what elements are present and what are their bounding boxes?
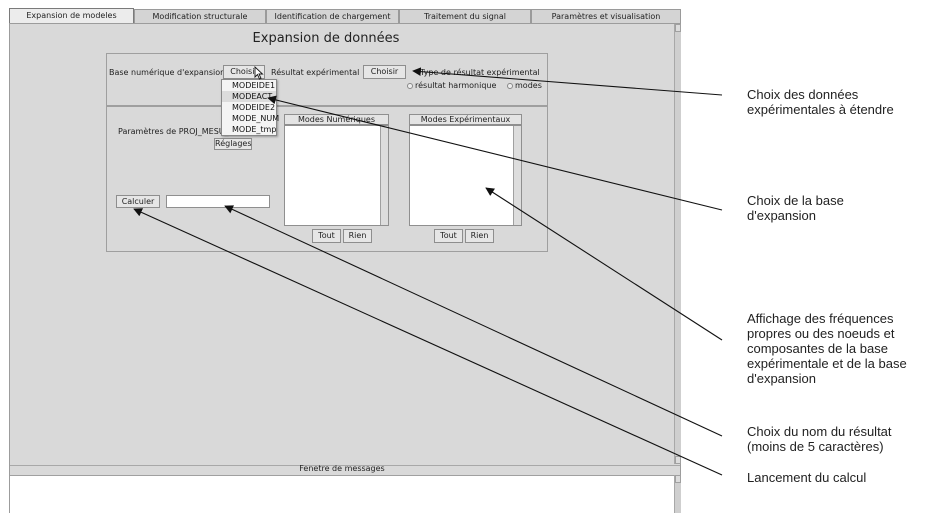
annotation-result-name: Choix du nom du résultat (moins de 5 car… [747,424,892,454]
arrow-modes-display [485,187,723,341]
arrow-compute [133,208,723,476]
annotation-experimental-data: Choix des données expérimentales à étend… [747,87,894,117]
arrow-result-name [224,205,723,437]
arrow-experimental-data [412,67,723,96]
annotation-expansion-base: Choix de la base d'expansion [747,193,844,223]
annotation-modes-display: Affichage des fréquences propres ou des … [747,311,907,386]
annotation-compute: Lancement du calcul [747,470,867,485]
